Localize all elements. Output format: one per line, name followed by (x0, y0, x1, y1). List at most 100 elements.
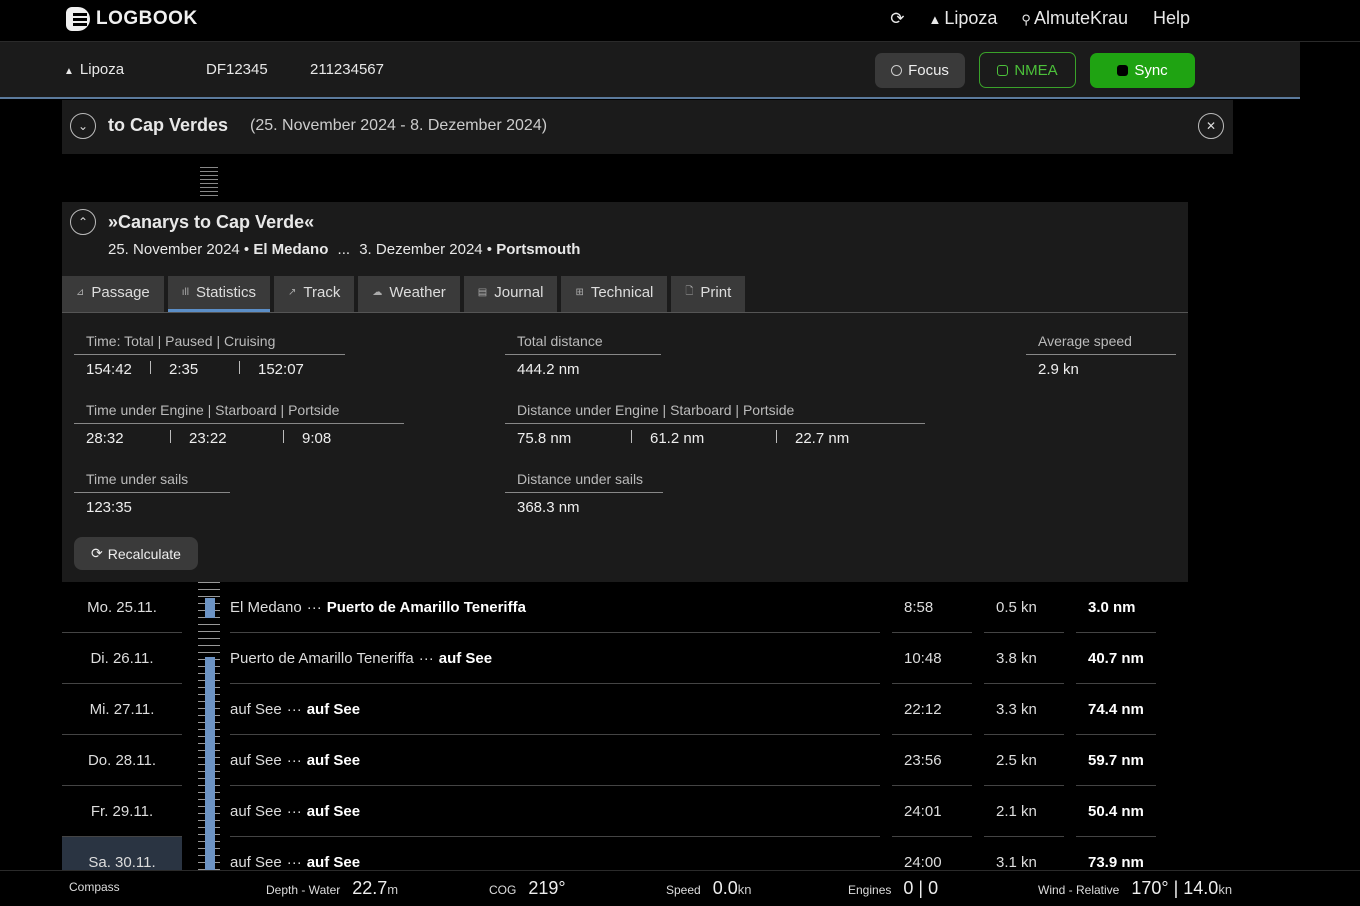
value-separator (170, 430, 171, 443)
stat-distance-engine: Distance under Engine | Starboard | Port… (505, 402, 925, 447)
chart-icon: ıll (181, 287, 189, 298)
day-route[interactable]: auf See ··· auf See (230, 837, 880, 871)
route-to: auf See (306, 802, 361, 820)
route-separator: ··· (286, 700, 302, 718)
day-duration: 22:12 (892, 684, 972, 735)
stat-value: 9:08 (302, 430, 332, 447)
trip-header: ⌄ to Cap Verdes (25. November 2024 - 8. … (62, 100, 1233, 154)
day-route[interactable]: Puerto de Amarillo Teneriffa ··· auf See (230, 633, 880, 684)
stat-value: 2:35 (169, 361, 199, 378)
sail-icon: ▲ (928, 12, 942, 27)
user-icon: ⚲ (1021, 12, 1031, 27)
user-menu[interactable]: ⚲ AlmuteKrau (1021, 8, 1128, 29)
passage-meta: 25. November 2024 • El Medano ... 3. Dez… (108, 241, 580, 258)
stat-value: 23:22 (189, 430, 227, 447)
stat-value: 75.8 nm (517, 430, 572, 447)
tab-journal[interactable]: ▤ Journal (463, 276, 558, 312)
cog-value: 219° (528, 878, 566, 898)
passage-end-place: Portsmouth (496, 241, 581, 258)
day-route[interactable]: auf See ··· auf See (230, 786, 880, 837)
tab-track[interactable]: ↗ Track (274, 276, 355, 312)
tab-print[interactable]: 🗋 Print (671, 276, 746, 312)
route-separator: ··· (306, 598, 322, 616)
day-date[interactable]: Fr. 29.11. (62, 786, 182, 837)
passage-icon: ⊿ (76, 287, 85, 298)
stat-total-distance: Total distance 444.2 nm (505, 333, 661, 378)
day-date[interactable]: Mo. 25.11. (62, 582, 182, 633)
tab-divider (62, 312, 1188, 313)
tab-technical[interactable]: ⊞ Technical (561, 276, 668, 312)
day-row[interactable]: Do. 28.11. auf See ··· auf See 23:56 2.5 kn 59… (62, 735, 1162, 786)
trip-dates: (25. November 2024 - 8. Dezember 2024) (250, 117, 548, 134)
day-speed: 2.1 kn (984, 786, 1064, 837)
stat-time-engine: Time under Engine | Starboard | Portside… (74, 402, 404, 447)
day-distance: 74.4 nm (1076, 684, 1156, 735)
stat-label: Time under Engine | Starboard | Portside (74, 402, 404, 424)
circle-icon (891, 65, 903, 76)
day-route[interactable]: auf See ··· auf See (230, 735, 880, 786)
top-nav: ⟳ ▲ Lipoza ⚲ AlmuteKrau (890, 8, 1128, 29)
day-speed: 2.5 kn (984, 735, 1064, 786)
close-trip-button[interactable]: ✕ (1198, 113, 1224, 139)
nmea-button[interactable]: NMEA (979, 52, 1076, 88)
day-row[interactable]: Mi. 27.11. auf See ··· auf See 22:12 3.3 kn 74… (62, 684, 1162, 735)
status-cog: COG 219° (489, 878, 566, 899)
square-outline-icon (997, 64, 1009, 76)
help-link[interactable]: Help (1153, 8, 1190, 29)
collapse-trip-button[interactable]: ⌄ (70, 113, 96, 139)
tab-label: Statistics (196, 284, 257, 301)
passage-start-place: El Medano (253, 241, 329, 258)
chevron-up-icon: ⌃ (77, 215, 89, 229)
route-from: auf See (230, 802, 282, 820)
route-from: Puerto de Amarillo Teneriffa (230, 649, 414, 667)
app-logo[interactable]: LOGBOOK (66, 7, 198, 31)
day-distance: 50.4 nm (1076, 786, 1156, 837)
stat-value: 22.7 nm (795, 430, 850, 447)
tab-passage[interactable]: ⊿ Passage (62, 276, 164, 312)
day-route[interactable]: El Medano ··· Puerto de Amarillo Teneriffa (230, 582, 880, 633)
tab-statistics[interactable]: ıll Statistics (167, 276, 271, 312)
mmsi: 211234567 (310, 61, 384, 78)
day-date[interactable]: Di. 26.11. (62, 633, 182, 684)
status-label: Wind - Relative (1038, 883, 1120, 897)
vessel-menu-label: Lipoza (944, 8, 998, 28)
day-distance: 3.0 nm (1076, 582, 1156, 633)
print-icon: 🗋 (685, 286, 694, 297)
stat-value: 123:35 (86, 499, 132, 516)
passage-tabs: ⊿ Passage ıll Statistics ↗ Track ☁ Weather ▤… (62, 276, 746, 312)
day-distance: 73.9 nm (1076, 837, 1156, 871)
refresh-icon[interactable]: ⟳ (890, 9, 904, 29)
tab-weather[interactable]: ☁ Weather (358, 276, 460, 312)
recalculate-button[interactable]: ⟳ Recalculate (74, 537, 198, 570)
day-route[interactable]: auf See ··· auf See (230, 684, 880, 735)
stat-label: Time under sails (74, 471, 230, 493)
day-row[interactable]: Di. 26.11. Puerto de Amarillo Teneriffa ··… (62, 633, 1162, 684)
day-row[interactable]: Sa. 30.11. auf See ··· auf See 24:00 3.1 kn 73… (62, 837, 1162, 870)
day-date[interactable]: Sa. 30.11. (62, 837, 182, 870)
passage-panel: ⌃ »Canarys to Cap Verde« 25. November 20… (62, 202, 1188, 582)
stat-values: 368.3 nm (505, 499, 663, 516)
day-row[interactable]: Mo. 25.11. El Medano ··· Puerto de Amarillo… (62, 582, 1162, 633)
status-value: 0.0kn (713, 878, 752, 899)
route-to: auf See (306, 700, 361, 718)
focus-button[interactable]: Focus (875, 53, 965, 88)
speed-unit: kn (737, 882, 752, 897)
tab-label: Passage (91, 284, 150, 301)
wind-value: 170° | 14.0 (1131, 878, 1219, 898)
day-distance: 59.7 nm (1076, 735, 1156, 786)
logbook-logo-icon (66, 7, 90, 31)
status-wind: Wind - Relative 170° | 14.0kn (1038, 878, 1232, 899)
bullet-separator: • (243, 241, 254, 258)
vessel-name: ▲ Lipoza (64, 61, 124, 78)
day-date[interactable]: Do. 28.11. (62, 735, 182, 786)
day-row[interactable]: Fr. 29.11. auf See ··· auf See 24:01 2.1 kn 50… (62, 786, 1162, 837)
sync-button[interactable]: Sync (1090, 53, 1195, 88)
trip-title: to Cap Verdes (108, 115, 229, 135)
refresh-icon: ⟳ (91, 545, 103, 561)
close-icon: ✕ (1205, 119, 1217, 133)
day-date[interactable]: Mi. 27.11. (62, 684, 182, 735)
vessel-menu[interactable]: ▲ Lipoza (929, 8, 998, 29)
collapse-passage-button[interactable]: ⌃ (70, 209, 96, 235)
status-label: Engines (848, 883, 892, 897)
day-duration: 10:48 (892, 633, 972, 684)
